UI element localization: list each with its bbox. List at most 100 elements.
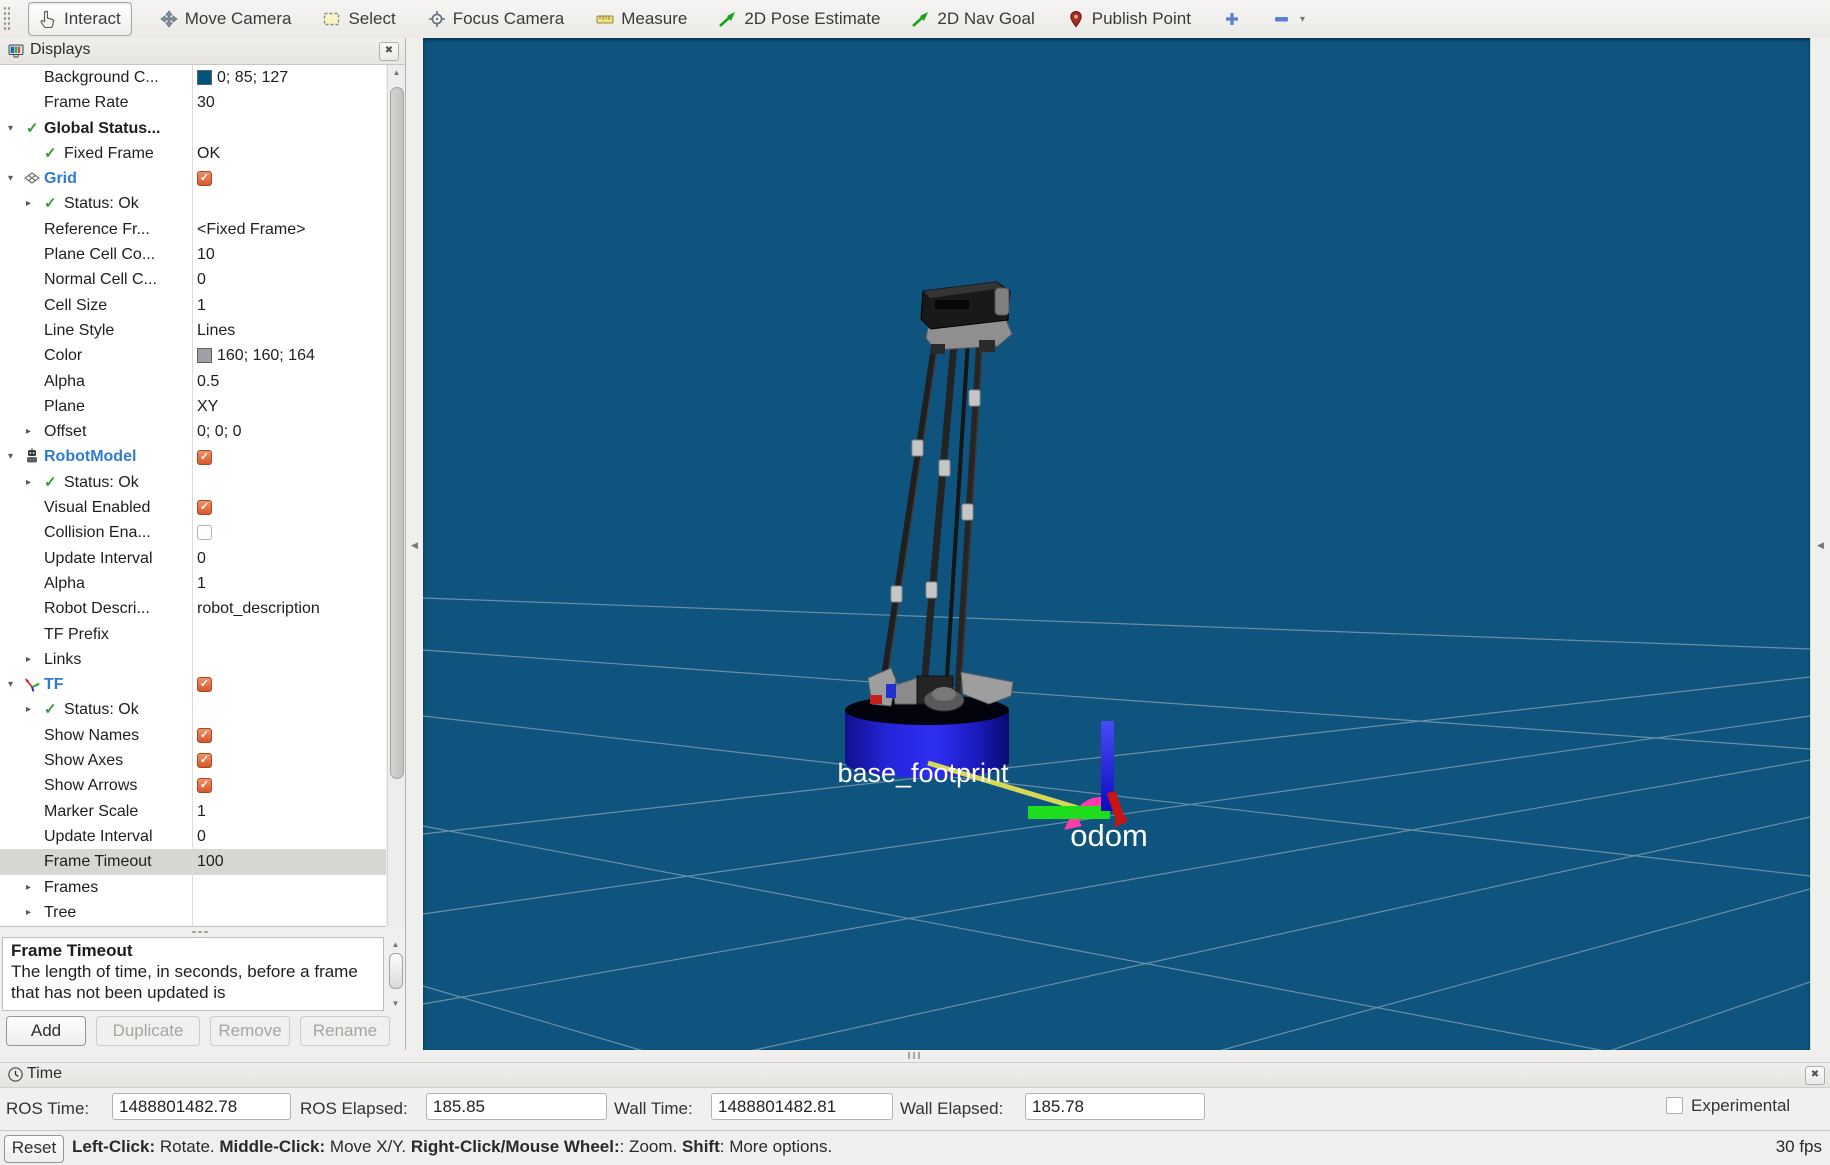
tree-row-line-style[interactable]: Line StyleLines <box>0 318 386 343</box>
value-text[interactable]: 1 <box>197 293 206 318</box>
expander-closed-icon[interactable]: ▸ <box>26 647 31 672</box>
toolbar-tool-interact[interactable]: Interact <box>28 2 132 36</box>
expander-closed-icon[interactable]: ▸ <box>26 191 31 216</box>
tree-row-collision-ena[interactable]: Collision Ena... <box>0 520 386 545</box>
value-text[interactable]: OK <box>197 141 220 166</box>
tree-row-reference-fr[interactable]: Reference Fr...<Fixed Frame> <box>0 217 386 242</box>
tree-row-offset[interactable]: ▸Offset0; 0; 0 <box>0 419 386 444</box>
value-text[interactable]: 1 <box>197 571 206 596</box>
tree-row-robot-descri[interactable]: Robot Descri...robot_description <box>0 596 386 621</box>
tree-row-cell-size[interactable]: Cell Size1 <box>0 293 386 318</box>
tree-row-status-ok[interactable]: ▸✓Status: Ok <box>0 191 386 216</box>
tree-row-normal-cell-c[interactable]: Normal Cell C...0 <box>0 267 386 292</box>
toolbar-tool-measure[interactable]: Measure <box>592 3 691 35</box>
tree-row-visual-enabled[interactable]: Visual Enabled✓ <box>0 495 386 520</box>
horizontal-splitter[interactable] <box>0 1050 1830 1062</box>
tree-scrollbar-thumb[interactable] <box>390 87 404 779</box>
displays-close-icon[interactable]: ✖ <box>379 42 399 61</box>
toolbar-tool-2d-pose-estimate[interactable]: 2D Pose Estimate <box>715 3 884 35</box>
checkbox-checked[interactable]: ✓ <box>197 171 212 186</box>
checkbox-checked[interactable]: ✓ <box>197 450 212 465</box>
tree-row-update-interval[interactable]: Update Interval0 <box>0 824 386 849</box>
help-scrollbar-thumb[interactable] <box>389 953 403 989</box>
value-text[interactable]: 0; 0; 0 <box>197 419 241 444</box>
tree-row-plane[interactable]: PlaneXY <box>0 394 386 419</box>
toolbar-tool-select[interactable]: Select <box>319 3 399 35</box>
checkbox-checked[interactable]: ✓ <box>197 500 212 515</box>
collapse-right-icon[interactable]: ◀ <box>1817 540 1824 551</box>
value-text[interactable]: robot_description <box>197 596 320 621</box>
value-text[interactable]: 160; 160; 164 <box>217 343 315 368</box>
value-text[interactable]: 0 <box>197 267 206 292</box>
expander-closed-icon[interactable]: ▸ <box>26 900 31 925</box>
toolbar-tool-2d-nav-goal[interactable]: 2D Nav Goal <box>908 3 1038 35</box>
value-text[interactable]: 0; 85; 127 <box>217 65 288 90</box>
tree-row-show-names[interactable]: Show Names✓ <box>0 723 386 748</box>
ros-elapsed-input[interactable] <box>426 1093 607 1120</box>
time-close-icon[interactable]: ✖ <box>1805 1066 1825 1085</box>
value-text[interactable]: 1 <box>197 799 206 824</box>
checkbox-checked[interactable]: ✓ <box>197 778 212 793</box>
tree-row-links[interactable]: ▸Links <box>0 647 386 672</box>
tree-row-status-ok[interactable]: ▸✓Status: Ok <box>0 697 386 722</box>
tree-row-status-ok[interactable]: ▸✓Status: Ok <box>0 470 386 495</box>
expander-closed-icon[interactable]: ▸ <box>26 697 31 722</box>
tree-row-grid[interactable]: ▾Grid✓ <box>0 166 386 191</box>
views-panel-collapsed[interactable]: ◀ <box>1810 38 1830 1050</box>
duplicate-button[interactable]: Duplicate <box>96 1016 200 1046</box>
tree-row-show-arrows[interactable]: Show Arrows✓ <box>0 773 386 798</box>
wall-elapsed-input[interactable] <box>1025 1093 1205 1120</box>
reset-button[interactable]: Reset <box>4 1135 64 1163</box>
3d-viewport[interactable]: base_footprint odom <box>423 38 1810 1050</box>
value-text[interactable]: Lines <box>197 318 235 343</box>
tree-row-background-c[interactable]: Background C...0; 85; 127 <box>0 65 386 90</box>
tree-row-alpha[interactable]: Alpha0.5 <box>0 369 386 394</box>
value-text[interactable]: 0 <box>197 824 206 849</box>
checkbox-checked[interactable]: ✓ <box>197 677 212 692</box>
wall-time-input[interactable] <box>711 1093 893 1120</box>
collapse-left-icon[interactable]: ◀ <box>411 540 418 551</box>
help-scrollbar[interactable]: ▲ ▼ <box>387 937 404 1011</box>
checkbox-checked[interactable]: ✓ <box>197 728 212 743</box>
toolbar-tool-move-camera[interactable]: Move Camera <box>156 3 296 35</box>
expander-closed-icon[interactable]: ▸ <box>26 875 31 900</box>
panel-splitter-handle[interactable] <box>0 927 405 937</box>
toolbar-tool-focus-camera[interactable]: Focus Camera <box>424 3 568 35</box>
expander-open-icon[interactable]: ▾ <box>8 444 13 469</box>
tree-row-frame-timeout[interactable]: Frame Timeout100 <box>0 849 386 874</box>
ros-time-input[interactable] <box>112 1093 291 1120</box>
expander-open-icon[interactable]: ▾ <box>8 672 13 697</box>
add-button[interactable]: Add <box>6 1016 86 1046</box>
tree-row-update-interval[interactable]: Update Interval0 <box>0 546 386 571</box>
toolbar-tool-publish-point[interactable]: Publish Point <box>1063 3 1195 35</box>
checkbox-checked[interactable]: ✓ <box>197 753 212 768</box>
value-text[interactable]: 0.5 <box>197 369 219 394</box>
value-text[interactable]: 0 <box>197 546 206 571</box>
toolbar-grip[interactable] <box>3 6 10 32</box>
toolbar-tool-add-tool[interactable] <box>1219 3 1245 35</box>
expander-closed-icon[interactable]: ▸ <box>26 470 31 495</box>
rename-button[interactable]: Rename <box>300 1016 390 1046</box>
expander-open-icon[interactable]: ▾ <box>8 116 13 141</box>
tree-row-alpha[interactable]: Alpha1 <box>0 571 386 596</box>
tree-row-tf[interactable]: ▾TF✓ <box>0 672 386 697</box>
value-text[interactable]: 30 <box>197 90 215 115</box>
experimental-checkbox[interactable] <box>1666 1097 1683 1114</box>
checkbox-unchecked[interactable] <box>197 525 212 540</box>
toolbar-tool-remove-tool[interactable]: ▾ <box>1269 3 1309 35</box>
remove-button[interactable]: Remove <box>210 1016 290 1046</box>
panel-resize-strip[interactable]: ◀ <box>406 38 423 1050</box>
tree-scrollbar[interactable]: ▲ <box>387 65 405 926</box>
expander-open-icon[interactable]: ▾ <box>8 166 13 191</box>
tree-row-fixed-frame[interactable]: ✓Fixed FrameOK <box>0 141 386 166</box>
tree-row-robotmodel[interactable]: ▾RobotModel✓ <box>0 444 386 469</box>
tree-row-tf-prefix[interactable]: TF Prefix <box>0 622 386 647</box>
tree-row-show-axes[interactable]: Show Axes✓ <box>0 748 386 773</box>
tree-row-frame-rate[interactable]: Frame Rate30 <box>0 90 386 115</box>
tree-row-tree[interactable]: ▸Tree <box>0 900 386 925</box>
tree-row-marker-scale[interactable]: Marker Scale1 <box>0 799 386 824</box>
tree-row-global-status[interactable]: ▾✓Global Status... <box>0 116 386 141</box>
tree-row-frames[interactable]: ▸Frames <box>0 875 386 900</box>
value-text[interactable]: 100 <box>197 849 224 874</box>
value-text[interactable]: <Fixed Frame> <box>197 217 305 242</box>
